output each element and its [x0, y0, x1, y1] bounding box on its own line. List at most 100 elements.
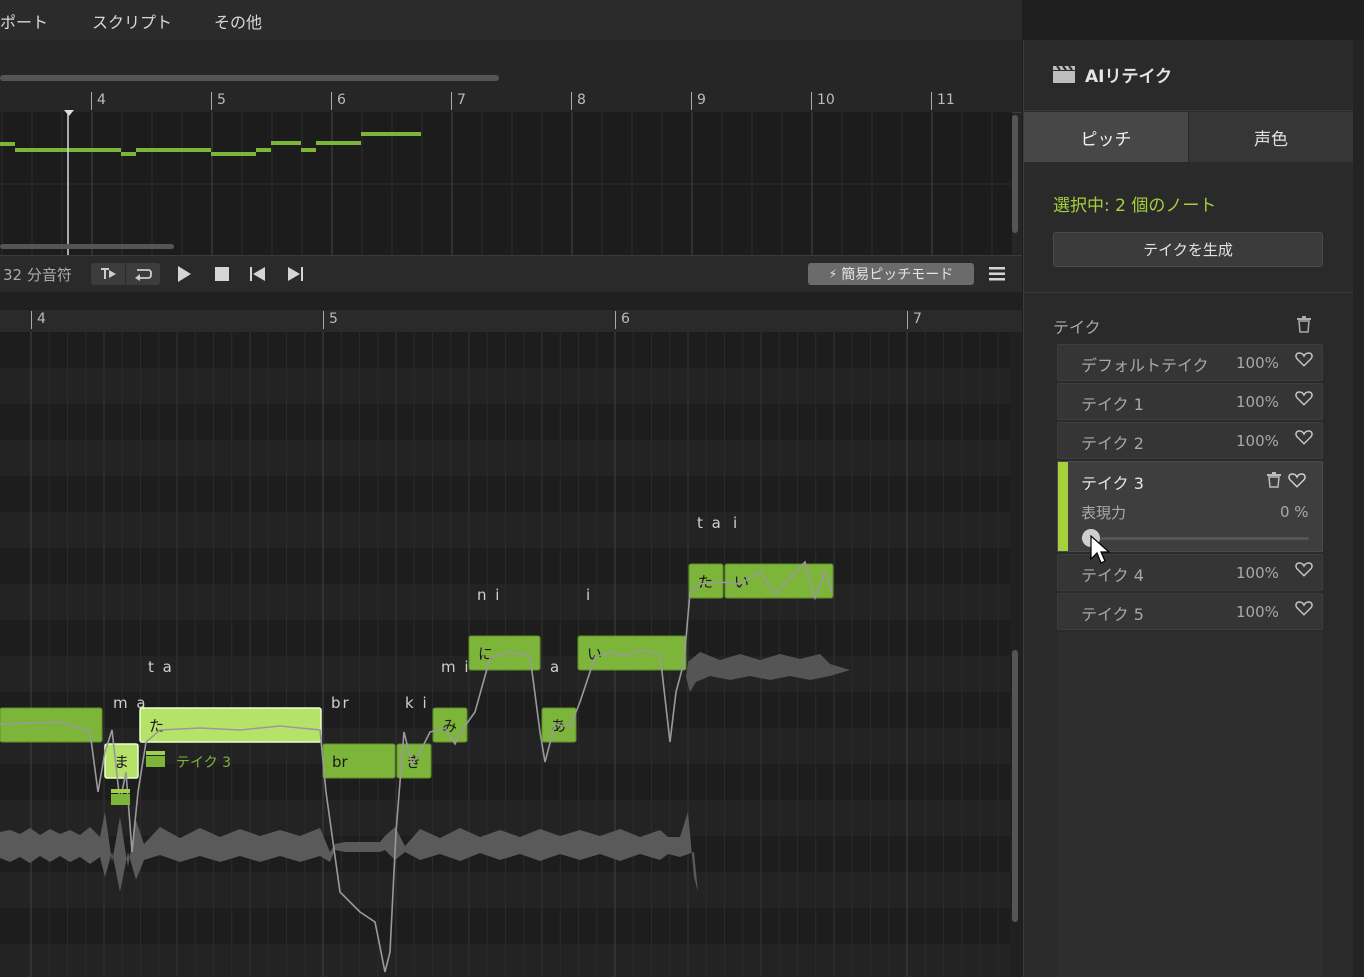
- ruler-label: 9: [697, 92, 706, 108]
- overview-horizontal-scrollbar[interactable]: [0, 75, 499, 81]
- rewind-button[interactable]: [246, 263, 270, 285]
- note-block[interactable]: [0, 707, 103, 743]
- mouse-cursor-icon: [1090, 535, 1110, 564]
- loop-icon: [135, 269, 152, 281]
- ruler-label: 5: [217, 92, 226, 108]
- loop-button[interactable]: [126, 263, 160, 285]
- take-row-1[interactable]: テイク 1 100%: [1057, 383, 1323, 420]
- active-take-indicator: [1058, 462, 1068, 551]
- ruler-label: 10: [817, 92, 835, 108]
- hamburger-icon: [989, 267, 1005, 281]
- take-name: テイク 3: [1081, 474, 1144, 493]
- note-text: br: [332, 753, 349, 771]
- expression-slider-track[interactable]: [1081, 537, 1309, 540]
- note-lyric: k i: [405, 694, 429, 712]
- note-block[interactable]: [139, 707, 322, 743]
- take-percent: 100%: [1236, 354, 1279, 372]
- divider: [1024, 292, 1354, 293]
- take-name: テイク 2: [1081, 434, 1144, 453]
- lightning-icon: ⚡: [828, 267, 838, 281]
- editor-vertical-scrollbar[interactable]: [1012, 650, 1018, 922]
- editor-ruler[interactable]: 4 5 6 7: [0, 310, 1022, 332]
- playhead-marker-icon[interactable]: [64, 110, 74, 116]
- ruler-label: 4: [97, 92, 106, 108]
- tab-timbre[interactable]: 声色: [1189, 112, 1353, 162]
- heart-icon[interactable]: [1295, 599, 1313, 617]
- menu-bar: ポート スクリプト その他: [0, 0, 1022, 40]
- trash-icon[interactable]: [1267, 472, 1281, 488]
- note-lyric: t a: [148, 658, 174, 676]
- ruler-tick: [931, 92, 932, 110]
- simple-pitch-mode-button[interactable]: ⚡ 簡易ピッチモード: [808, 263, 974, 285]
- trash-icon[interactable]: [1297, 316, 1311, 333]
- heart-icon[interactable]: [1295, 428, 1313, 446]
- ruler-label: 8: [577, 92, 586, 108]
- menu-export[interactable]: ポート: [0, 9, 48, 33]
- ruler-tick: [323, 311, 324, 329]
- overview-notes: [0, 112, 1012, 255]
- ruler-label: 7: [457, 92, 466, 108]
- tab-timbre-label: 声色: [1254, 129, 1288, 150]
- stop-icon: [215, 267, 229, 281]
- take-row-default[interactable]: デフォルトテイク 100%: [1057, 344, 1323, 381]
- arrangement-overview: 4 5 6 7 8 9 10 11: [0, 40, 1022, 255]
- ruler-label: 7: [913, 311, 922, 327]
- skip-back-icon: [250, 267, 265, 281]
- note-text: に: [478, 645, 493, 663]
- menu-other[interactable]: その他: [214, 9, 262, 33]
- take-name: テイク 1: [1081, 395, 1144, 414]
- selection-status: 選択中: 2 個のノート: [1053, 196, 1217, 216]
- take-row-2[interactable]: テイク 2 100%: [1057, 422, 1323, 459]
- clapper-icon: [146, 751, 165, 767]
- play-button[interactable]: [172, 263, 196, 285]
- ruler-tick: [451, 92, 452, 110]
- ruler-label: 5: [329, 311, 338, 327]
- generate-take-button[interactable]: テイクを生成: [1053, 232, 1323, 267]
- ruler-tick: [691, 92, 692, 110]
- panel-title: AIリテイク: [1085, 67, 1173, 87]
- auto-scroll-button[interactable]: [91, 263, 125, 285]
- clapper-icon: [111, 789, 130, 805]
- heart-icon[interactable]: [1295, 560, 1313, 578]
- heart-icon[interactable]: [1295, 350, 1313, 368]
- stop-button[interactable]: [210, 263, 234, 285]
- menu-script[interactable]: スクリプト: [92, 9, 172, 33]
- overview-track[interactable]: [0, 112, 1012, 255]
- ruler-label: 6: [337, 92, 346, 108]
- overview-bottom-scrollbar[interactable]: [0, 244, 174, 249]
- take-percent: 100%: [1236, 393, 1279, 411]
- note-lyric: t a: [697, 514, 723, 532]
- panel-header: AIリテイク: [1024, 40, 1354, 111]
- overview-ruler[interactable]: 4 5 6 7 8 9 10 11: [0, 92, 1022, 113]
- ruler-tick: [615, 311, 616, 329]
- play-icon: [178, 266, 191, 282]
- ruler-tick: [31, 311, 32, 329]
- takes-list-background: [1057, 632, 1323, 977]
- ruler-tick: [211, 92, 212, 110]
- expression-label: 表現力: [1081, 504, 1127, 522]
- note-lyric: m i: [441, 658, 471, 676]
- tab-pitch[interactable]: ピッチ: [1024, 112, 1189, 162]
- take-row-5[interactable]: テイク 5 100%: [1057, 593, 1323, 630]
- take-tag[interactable]: テイク 3: [176, 752, 231, 772]
- note-lyric: i: [733, 514, 739, 532]
- note-canvas[interactable]: まm aたt a br br き k iみm iあaにn iいiたt aいi テイク 3: [0, 332, 1010, 977]
- overview-vertical-scrollbar[interactable]: [1012, 115, 1018, 233]
- forward-button[interactable]: [283, 263, 307, 285]
- take-percent: 100%: [1236, 603, 1279, 621]
- ruler-label: 4: [37, 311, 46, 327]
- ruler-tick: [811, 92, 812, 110]
- auto-scroll-icon: [101, 268, 116, 279]
- simple-pitch-mode-label: 簡易ピッチモード: [841, 267, 954, 283]
- ruler-tick: [91, 92, 92, 110]
- transport-bar: 32 分音符 ⚡ 簡易ピッチモード: [0, 255, 1022, 292]
- heart-icon[interactable]: [1288, 471, 1306, 489]
- take-percent: 100%: [1236, 432, 1279, 450]
- quantize-selector[interactable]: 32 分音符: [3, 264, 72, 285]
- menu-button[interactable]: [986, 263, 1008, 285]
- generate-take-label: テイクを生成: [1143, 241, 1233, 259]
- heart-icon[interactable]: [1295, 389, 1313, 407]
- note-lyric: br: [331, 694, 351, 712]
- tab-pitch-label: ピッチ: [1080, 129, 1132, 150]
- ai-retake-panel: AIリテイク ピッチ 声色 選択中: 2 個のノート テイクを生成 テイク デフ…: [1023, 40, 1354, 977]
